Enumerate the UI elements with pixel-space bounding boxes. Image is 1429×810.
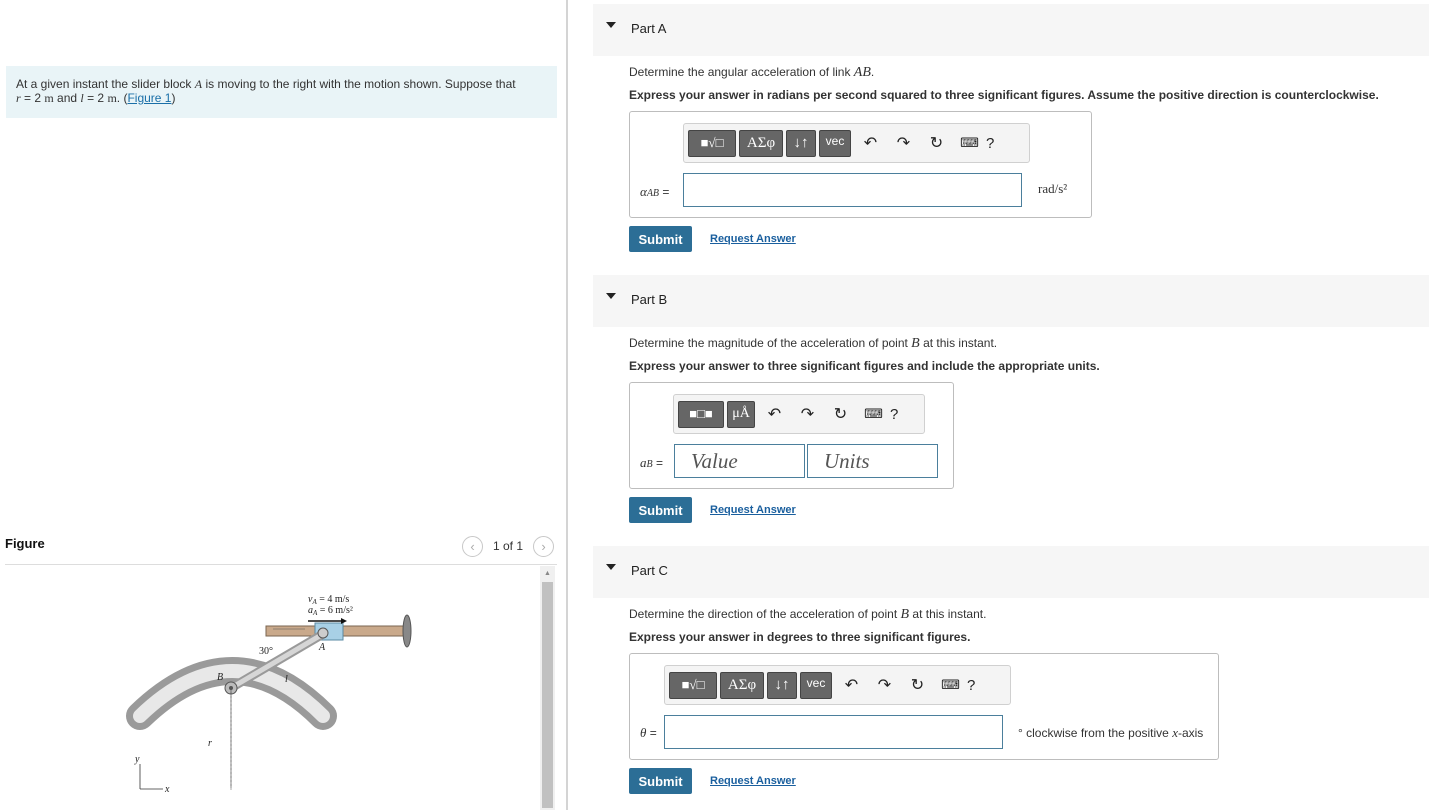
link-l-label: l: [285, 674, 288, 685]
vector-button[interactable]: vec: [800, 671, 832, 699]
scroll-thumb[interactable]: [542, 582, 553, 808]
aa-label: aA = 6 m/s²: [308, 605, 353, 617]
part-b-request-answer-link[interactable]: Request Answer: [710, 504, 796, 516]
block-variable: A: [194, 77, 203, 91]
problem-text: At a given instant the slider block: [16, 77, 195, 91]
part-a-answer-input[interactable]: [683, 173, 1022, 207]
figure-image: vA = 4 m/s aA = 6 m/s² 30° A B l r y x: [5, 566, 540, 810]
figure-link[interactable]: Figure 1: [127, 91, 171, 105]
keyboard-icon[interactable]: ⌨: [934, 672, 967, 699]
part-c-request-answer-link[interactable]: Request Answer: [710, 775, 796, 787]
figure-scrollbar[interactable]: ▲: [540, 566, 555, 810]
help-icon[interactable]: ?: [967, 677, 975, 694]
y-axis-label: y: [134, 754, 140, 765]
part-a-submit-button[interactable]: Submit: [629, 226, 692, 252]
part-a-answer-box: ■√□ ΑΣφ ↓↑ vec ↶ ↷ ↻ ⌨ ? αAB = rad/s²: [629, 111, 1092, 218]
part-c-instruction: Express your answer in degrees to three …: [629, 630, 971, 644]
part-b-header[interactable]: Part B: [593, 275, 1429, 327]
redo-icon[interactable]: ↷: [868, 672, 901, 699]
figure-navigation: ‹ 1 of 1 ›: [462, 535, 555, 557]
figure-divider: [5, 564, 557, 565]
part-a-title: Part A: [631, 21, 667, 36]
part-a-question: Determine the angular acceleration of li…: [629, 65, 875, 80]
part-c-submit-button[interactable]: Submit: [629, 768, 692, 794]
part-c-answer-input[interactable]: [664, 715, 1003, 749]
reset-icon[interactable]: ↻: [920, 130, 953, 157]
part-c-header[interactable]: Part C: [593, 546, 1429, 598]
part-c-answer-label: θ =: [640, 725, 657, 740]
r-value: = 2: [20, 91, 45, 105]
l-unit: m: [107, 91, 117, 105]
part-a-answer-label: αAB =: [640, 184, 670, 199]
part-b-units-input[interactable]: Units: [807, 444, 938, 478]
close-paren: ): [171, 91, 176, 105]
angle-label: 30°: [259, 646, 273, 657]
part-c-answer-box: ■√□ ΑΣφ ↓↑ vec ↶ ↷ ↻ ⌨ ? θ = ° clockwise…: [629, 653, 1219, 760]
r-unit: m: [44, 91, 54, 105]
part-b-instruction: Express your answer to three significant…: [629, 359, 1100, 373]
part-b-toolbar: ■□■ μÅ ↶ ↷ ↻ ⌨ ?: [673, 394, 925, 434]
templates-button[interactable]: ■√□: [688, 129, 736, 157]
rod-wall: [402, 614, 412, 648]
problem-statement: At a given instant the slider block A is…: [6, 66, 557, 118]
l-value: = 2: [83, 91, 108, 105]
figure-title: Figure: [5, 536, 45, 551]
right-pane: Part A Determine the angular acceleratio…: [568, 0, 1429, 810]
templates-button[interactable]: ■□■: [678, 400, 724, 428]
help-icon[interactable]: ?: [986, 135, 994, 152]
figure-count: 1 of 1: [493, 539, 524, 553]
problem-text-2: is moving to the right with the motion s…: [202, 77, 516, 91]
templates-button[interactable]: ■√□: [669, 671, 717, 699]
part-b-submit-button[interactable]: Submit: [629, 497, 692, 523]
subscript-button[interactable]: ↓↑: [786, 129, 816, 157]
part-a-instruction: Express your answer in radians per secon…: [629, 88, 1379, 102]
collapse-triangle-icon[interactable]: [606, 293, 616, 299]
scroll-up-icon[interactable]: ▲: [540, 566, 555, 580]
chevron-left-icon[interactable]: ‹: [462, 535, 483, 557]
part-c-question: Determine the direction of the accelerat…: [629, 607, 987, 622]
undo-icon[interactable]: ↶: [758, 401, 791, 428]
chevron-right-icon[interactable]: ›: [533, 535, 555, 557]
reset-icon[interactable]: ↻: [901, 672, 934, 699]
part-c-toolbar: ■√□ ΑΣφ ↓↑ vec ↶ ↷ ↻ ⌨ ?: [664, 665, 1011, 705]
radius-r-label: r: [208, 738, 212, 749]
part-a-units: rad/s²: [1038, 181, 1068, 196]
keyboard-icon[interactable]: ⌨: [857, 401, 890, 428]
units-button[interactable]: μÅ: [727, 400, 755, 428]
reset-icon[interactable]: ↻: [824, 401, 857, 428]
period-text: . (: [116, 91, 128, 105]
point-b-label: B: [217, 672, 223, 683]
undo-icon[interactable]: ↶: [854, 130, 887, 157]
redo-icon[interactable]: ↷: [887, 130, 920, 157]
subscript-button[interactable]: ↓↑: [767, 671, 797, 699]
part-c-units: ° clockwise from the positive x-axis: [1018, 725, 1204, 740]
undo-icon[interactable]: ↶: [835, 672, 868, 699]
greek-symbols-button[interactable]: ΑΣφ: [739, 129, 783, 157]
part-b-value-input[interactable]: Value: [674, 444, 805, 478]
part-a-toolbar: ■√□ ΑΣφ ↓↑ vec ↶ ↷ ↻ ⌨ ?: [683, 123, 1030, 163]
redo-icon[interactable]: ↷: [791, 401, 824, 428]
part-b-answer-label: aB =: [640, 455, 663, 470]
mechanism-diagram: vA = 4 m/s aA = 6 m/s² 30° A B l r y x: [126, 594, 412, 795]
point-a-label: A: [318, 642, 326, 653]
part-a-header[interactable]: Part A: [593, 4, 1429, 56]
keyboard-icon[interactable]: ⌨: [953, 130, 986, 157]
part-c-title: Part C: [631, 563, 668, 578]
part-b-question: Determine the magnitude of the accelerat…: [629, 336, 998, 351]
vector-button[interactable]: vec: [819, 129, 851, 157]
collapse-triangle-icon[interactable]: [606, 564, 616, 570]
help-icon[interactable]: ?: [890, 406, 898, 423]
part-b-title: Part B: [631, 292, 668, 307]
left-pane: At a given instant the slider block A is…: [0, 0, 567, 810]
greek-symbols-button[interactable]: ΑΣφ: [720, 671, 764, 699]
and-text: and: [53, 91, 81, 105]
pin-a: [317, 627, 329, 639]
collapse-triangle-icon[interactable]: [606, 22, 616, 28]
x-axis-label: x: [164, 784, 170, 795]
part-b-answer-box: ■□■ μÅ ↶ ↷ ↻ ⌨ ? aB = Value Units: [629, 382, 954, 489]
part-a-request-answer-link[interactable]: Request Answer: [710, 233, 796, 245]
